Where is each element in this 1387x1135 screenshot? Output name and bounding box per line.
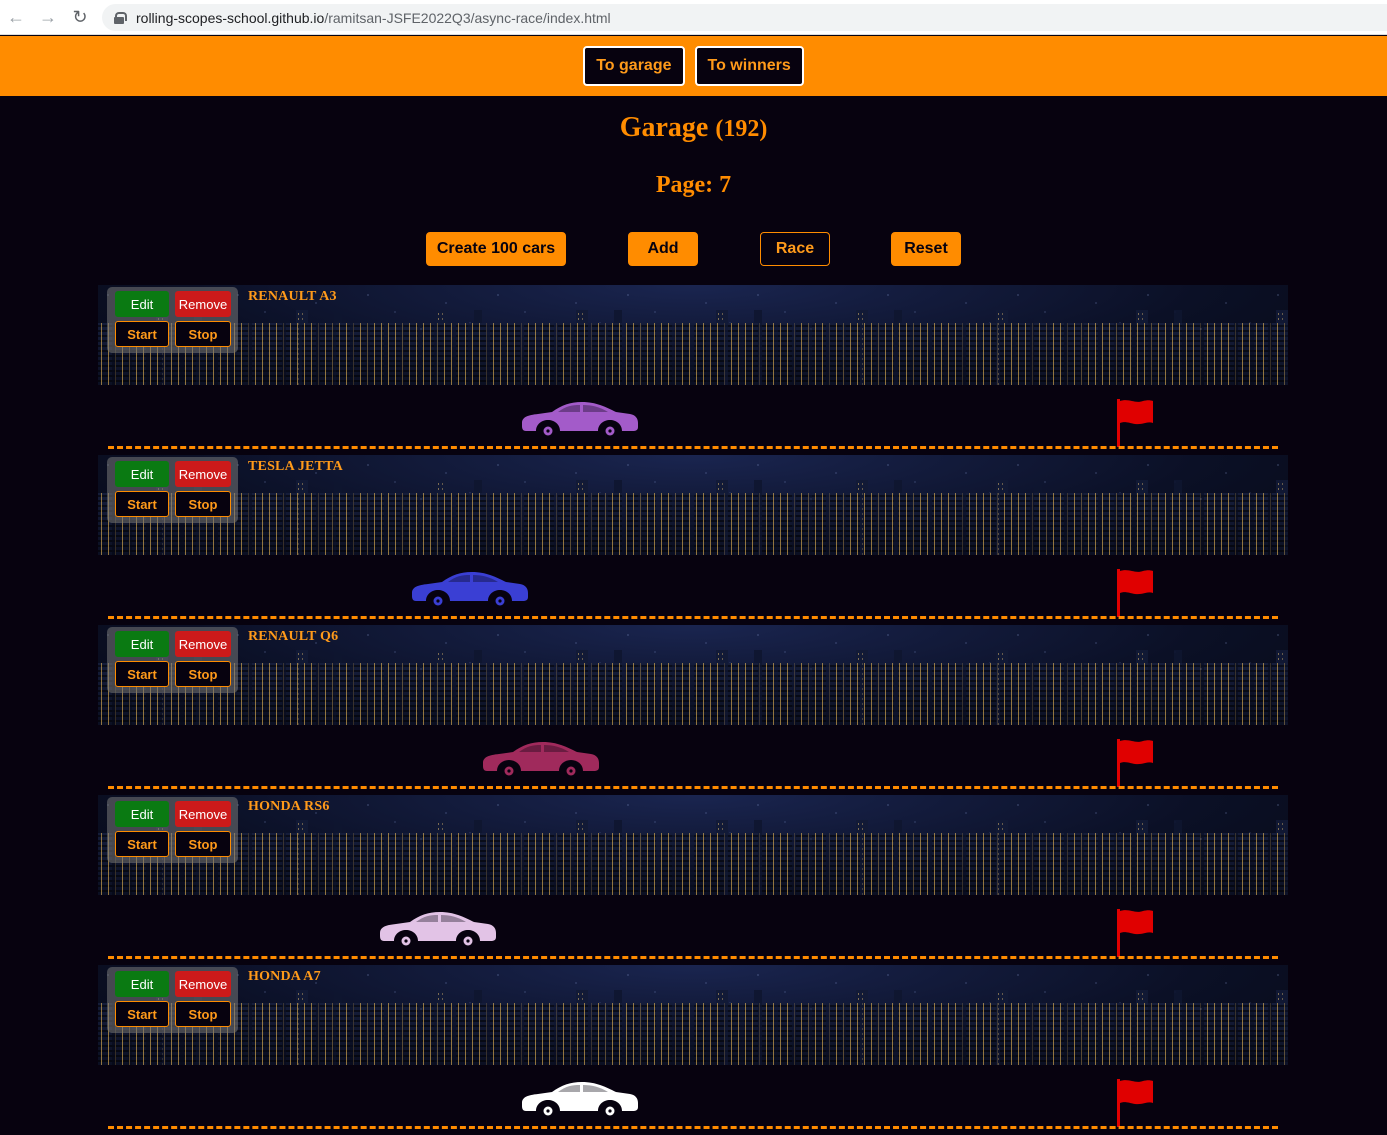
car-track: Edit Remove Start Stop HONDA A7 bbox=[98, 965, 1288, 1135]
reload-icon[interactable]: ↻ bbox=[64, 0, 96, 35]
remove-button[interactable]: Remove bbox=[175, 631, 231, 657]
car-button-panel: Edit Remove Start Stop bbox=[107, 457, 238, 523]
finish-flag-icon bbox=[1117, 1079, 1153, 1127]
car-name: TESLA JETTA bbox=[248, 459, 343, 474]
finish-flag-icon bbox=[1117, 909, 1153, 957]
start-button[interactable]: Start bbox=[115, 831, 169, 857]
garage-title-text: Garage bbox=[619, 112, 709, 143]
page-title: Garage (192) bbox=[0, 112, 1387, 144]
lock-icon bbox=[114, 11, 127, 24]
stop-button[interactable]: Stop bbox=[175, 491, 231, 517]
car-track: Edit Remove Start Stop TESLA JETTA bbox=[98, 455, 1288, 625]
edit-button[interactable]: Edit bbox=[115, 801, 169, 827]
address-bar[interactable]: rolling-scopes-school.github.io/ramitsan… bbox=[102, 4, 1387, 31]
race-button[interactable]: Race bbox=[760, 232, 830, 266]
remove-button[interactable]: Remove bbox=[175, 801, 231, 827]
car-button-panel: Edit Remove Start Stop bbox=[107, 287, 238, 353]
create-100-cars-button[interactable]: Create 100 cars bbox=[426, 232, 566, 266]
start-button[interactable]: Start bbox=[115, 491, 169, 517]
forward-icon[interactable]: → bbox=[32, 0, 64, 35]
car-track: Edit Remove Start Stop RENAULT Q6 bbox=[98, 625, 1288, 795]
url-host: rolling-scopes-school.github.io bbox=[136, 9, 325, 26]
car-name: RENAULT Q6 bbox=[248, 629, 339, 644]
car-name: HONDA A7 bbox=[248, 969, 321, 984]
car-track: Edit Remove Start Stop RENAULT A3 bbox=[98, 285, 1288, 455]
remove-button[interactable]: Remove bbox=[175, 291, 231, 317]
road-dashed-line bbox=[108, 956, 1278, 959]
stop-button[interactable]: Stop bbox=[175, 831, 231, 857]
car-icon bbox=[483, 742, 599, 778]
start-button[interactable]: Start bbox=[115, 1001, 169, 1027]
url-path: /ramitsan-JSFE2022Q3/async-race/index.ht… bbox=[324, 9, 611, 26]
stop-button[interactable]: Stop bbox=[175, 321, 231, 347]
back-icon[interactable]: ← bbox=[0, 0, 32, 35]
car-track: Edit Remove Start Stop HONDA RS6 bbox=[98, 795, 1288, 965]
finish-flag-icon bbox=[1117, 399, 1153, 447]
garage-controls: Create 100 cars Add Race Reset bbox=[0, 232, 1387, 266]
car-button-panel: Edit Remove Start Stop bbox=[107, 797, 238, 863]
car-icon bbox=[522, 1082, 638, 1118]
car-icon bbox=[380, 912, 496, 948]
car-button-panel: Edit Remove Start Stop bbox=[107, 967, 238, 1033]
remove-button[interactable]: Remove bbox=[175, 461, 231, 487]
car-icon bbox=[522, 402, 638, 438]
stop-button[interactable]: Stop bbox=[175, 1001, 231, 1027]
car-name: HONDA RS6 bbox=[248, 799, 330, 814]
start-button[interactable]: Start bbox=[115, 321, 169, 347]
to-garage-button[interactable]: To garage bbox=[583, 46, 685, 86]
app-header: To garage To winners bbox=[0, 36, 1387, 96]
add-button[interactable]: Add bbox=[628, 232, 698, 266]
road-dashed-line bbox=[108, 1126, 1278, 1129]
stop-button[interactable]: Stop bbox=[175, 661, 231, 687]
car-icon bbox=[412, 572, 528, 608]
edit-button[interactable]: Edit bbox=[115, 291, 169, 317]
road-dashed-line bbox=[108, 446, 1278, 449]
edit-button[interactable]: Edit bbox=[115, 631, 169, 657]
finish-flag-icon bbox=[1117, 569, 1153, 617]
car-button-panel: Edit Remove Start Stop bbox=[107, 627, 238, 693]
road-dashed-line bbox=[108, 786, 1278, 789]
to-winners-button[interactable]: To winners bbox=[694, 46, 804, 86]
reset-button[interactable]: Reset bbox=[891, 232, 961, 266]
edit-button[interactable]: Edit bbox=[115, 461, 169, 487]
page-number: Page: 7 bbox=[655, 172, 732, 198]
start-button[interactable]: Start bbox=[115, 661, 169, 687]
finish-flag-icon bbox=[1117, 739, 1153, 787]
road-dashed-line bbox=[108, 616, 1278, 619]
browser-toolbar: ← → ↻ rolling-scopes-school.github.io/ra… bbox=[0, 0, 1387, 35]
garage-count: (192) bbox=[715, 116, 768, 142]
car-name: RENAULT A3 bbox=[248, 289, 337, 304]
